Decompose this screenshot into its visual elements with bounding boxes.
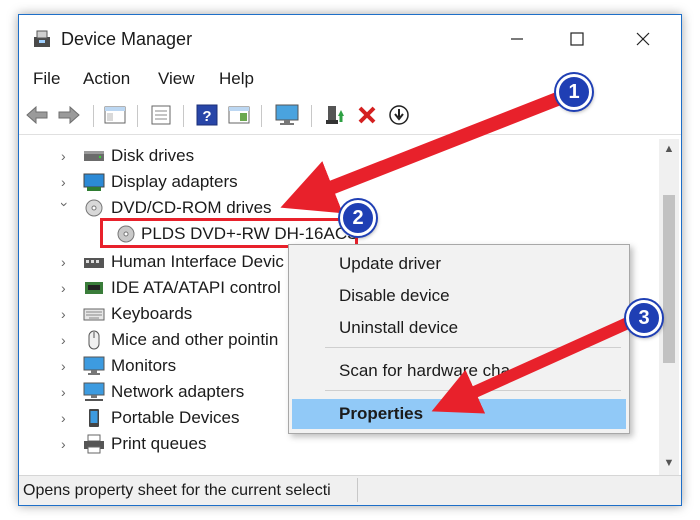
- callout-badge-2: 2: [340, 200, 376, 236]
- back-button[interactable]: [25, 103, 49, 127]
- forward-arrow-icon: [58, 106, 80, 124]
- uninstall-icon: [358, 106, 376, 124]
- dvd-drive-icon: [85, 199, 103, 217]
- tree-item-label: Keyboards: [111, 304, 193, 323]
- portable-device-icon: [89, 409, 99, 427]
- chevron-down-icon[interactable]: ›: [57, 202, 73, 214]
- tree-item-display-adapters[interactable]: › Display adapters: [21, 169, 621, 195]
- close-icon: [636, 32, 650, 46]
- chevron-right-icon[interactable]: ›: [61, 281, 73, 295]
- forward-button[interactable]: [57, 103, 81, 127]
- tree-item-label: Mice and other pointin: [111, 330, 279, 349]
- help-icon: ?: [196, 104, 218, 126]
- tree-item-print-queues[interactable]: › Print queues: [21, 431, 621, 457]
- action-pane-button[interactable]: [227, 103, 251, 127]
- vertical-scrollbar[interactable]: ▲ ▼: [659, 139, 679, 475]
- help-button[interactable]: ?: [195, 103, 219, 127]
- ide-controller-icon: [85, 282, 103, 294]
- window-title: Device Manager: [61, 29, 193, 49]
- context-menu-update-driver[interactable]: Update driver: [289, 249, 629, 279]
- callout-badge-1: 1: [556, 74, 592, 110]
- tree-item-label: Human Interface Devic: [111, 252, 284, 271]
- maximize-icon: [570, 32, 584, 46]
- chevron-right-icon[interactable]: ›: [61, 149, 73, 163]
- menu-file[interactable]: File: [33, 69, 60, 89]
- mouse-icon: [88, 330, 100, 350]
- display-adapter-icon: [83, 173, 105, 191]
- context-menu-scan-hardware[interactable]: Scan for hardware cha: [289, 356, 629, 386]
- context-menu-properties[interactable]: Properties: [292, 399, 626, 429]
- chevron-right-icon[interactable]: ›: [61, 359, 73, 373]
- chevron-right-icon[interactable]: ›: [61, 255, 73, 269]
- tree-item-label: IDE ATA/ATAPI control: [111, 278, 281, 297]
- properties-icon: [151, 105, 171, 125]
- minimize-icon: [511, 38, 523, 40]
- chevron-right-icon[interactable]: ›: [61, 385, 73, 399]
- status-text: Opens property sheet for the current sel…: [23, 482, 331, 499]
- menu-help[interactable]: Help: [219, 69, 254, 89]
- status-separator: [357, 478, 358, 502]
- status-bar: Opens property sheet for the current sel…: [19, 475, 681, 505]
- context-menu-uninstall-device[interactable]: Uninstall device: [289, 313, 629, 343]
- callout-badge-3: 3: [626, 300, 662, 336]
- scrollbar-thumb[interactable]: [663, 195, 675, 363]
- show-hide-console-tree-icon: [104, 106, 126, 124]
- menu-action[interactable]: Action: [83, 69, 130, 89]
- action-pane-icon: [228, 106, 250, 124]
- toolbar-separator: [311, 105, 312, 127]
- context-menu: Update driver Disable device Uninstall d…: [288, 244, 630, 434]
- monitor-icon: [275, 104, 299, 125]
- tree-item-label: Monitors: [111, 356, 177, 375]
- menu-view[interactable]: View: [158, 69, 195, 89]
- disable-device-button[interactable]: [387, 103, 411, 127]
- tree-item-label: Display adapters: [111, 172, 238, 191]
- toolbar-separator: [93, 105, 94, 127]
- context-menu-separator: [325, 347, 621, 348]
- device-manager-icon: [34, 30, 50, 47]
- show-hide-tree-button[interactable]: [103, 103, 127, 127]
- context-menu-separator: [325, 390, 621, 391]
- chevron-right-icon[interactable]: ›: [61, 333, 73, 347]
- printer-icon: [84, 434, 104, 454]
- uninstall-button[interactable]: [355, 103, 379, 127]
- chevron-right-icon[interactable]: ›: [61, 437, 73, 451]
- context-menu-disable-device[interactable]: Disable device: [289, 281, 629, 311]
- tree-item-label: Portable Devices: [111, 408, 240, 427]
- monitor-icon: [83, 356, 105, 375]
- update-driver-icon: [326, 106, 344, 124]
- tree-item-label: DVD/CD-ROM drives: [111, 198, 272, 217]
- scroll-down-icon[interactable]: ▼: [663, 457, 675, 469]
- maximize-button[interactable]: [547, 15, 607, 63]
- keyboard-icon: [83, 308, 105, 321]
- disk-drive-icon: [84, 151, 104, 161]
- toolbar-separator: [137, 105, 138, 127]
- hid-icon: [84, 258, 104, 268]
- chevron-right-icon[interactable]: ›: [61, 411, 73, 425]
- minimize-button[interactable]: [487, 15, 547, 63]
- network-adapter-icon: [83, 382, 105, 401]
- chevron-right-icon[interactable]: ›: [61, 307, 73, 321]
- tree-item-label: Disk drives: [111, 146, 195, 165]
- back-arrow-icon: [26, 106, 48, 124]
- tree-item-label: Print queues: [111, 434, 207, 453]
- title-bar: Device Manager: [19, 15, 681, 63]
- disable-device-icon: [389, 105, 409, 125]
- scroll-up-icon[interactable]: ▲: [663, 143, 675, 155]
- tree-item-label: Network adapters: [111, 382, 245, 401]
- close-button[interactable]: [613, 15, 673, 63]
- chevron-right-icon[interactable]: ›: [61, 175, 73, 189]
- update-driver-button[interactable]: [323, 103, 347, 127]
- scan-hardware-button[interactable]: [275, 103, 299, 127]
- toolbar-separator: [183, 105, 184, 127]
- svg-text:?: ?: [202, 108, 211, 125]
- tree-item-disk-drives[interactable]: › Disk drives: [21, 143, 621, 169]
- toolbar-separator: [261, 105, 262, 127]
- properties-button[interactable]: [149, 103, 173, 127]
